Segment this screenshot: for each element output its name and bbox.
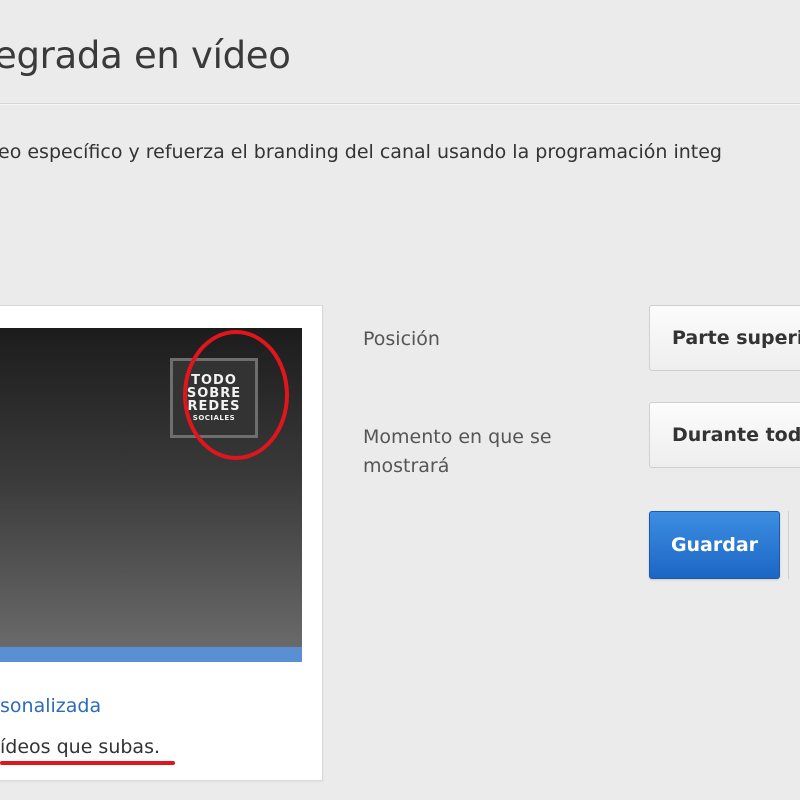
timing-select[interactable]: Durante todo el vídeo	[649, 402, 800, 468]
note-underline-annotation	[0, 761, 175, 765]
page-title: egrada en vídeo	[0, 34, 291, 77]
page: { "page": { "title": "egrada en vídeo", …	[0, 0, 800, 800]
video-progress-bar[interactable]	[0, 647, 302, 662]
timing-label: Momento en que se mostrará	[363, 423, 552, 481]
timing-label-line: mostrará	[363, 455, 450, 477]
timing-label-line: Momento en que se	[363, 426, 552, 448]
position-select[interactable]: Parte superior derecha	[649, 305, 800, 371]
apply-note: ídeos que subas.	[0, 736, 161, 758]
page-description: eo específico y refuerza el branding del…	[0, 141, 722, 163]
watermark-highlight-circle	[183, 330, 289, 460]
title-divider	[0, 103, 800, 105]
customize-link[interactable]: sonalizada	[0, 695, 101, 717]
position-label: Posición	[363, 328, 440, 350]
button-divider	[788, 511, 800, 579]
save-button[interactable]: Guardar	[649, 511, 780, 579]
